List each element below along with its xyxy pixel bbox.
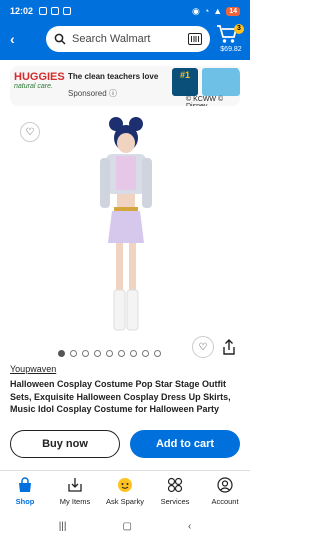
carousel-dot[interactable]	[82, 349, 89, 357]
ad-sponsored-label: Sponsored ⓘ	[68, 89, 117, 98]
product-title: Halloween Cosplay Costume Pop Star Stage…	[10, 379, 231, 414]
cart-count-badge: 3	[234, 24, 244, 34]
tab-services[interactable]: Services	[150, 471, 200, 508]
system-tray: ◉ ◔ ▲ 14	[192, 6, 240, 17]
carousel-dot[interactable]	[106, 349, 113, 357]
product-image-carousel[interactable]: ♡	[0, 112, 250, 344]
ad-promo-badge: #1	[172, 68, 198, 96]
back-button[interactable]: ‹	[10, 31, 26, 47]
notification-icon	[63, 7, 72, 15]
top-header: 12:02 ◉ ◔ ▲ 14 ‹ Search Walmart 3 $69.82	[0, 0, 250, 60]
tab-shop[interactable]: Shop	[0, 471, 50, 508]
search-icon	[54, 33, 66, 45]
tab-ask-sparky[interactable]: Ask Sparky	[100, 471, 150, 508]
notification-icons	[39, 7, 72, 15]
bottom-tab-bar: Shop My Items Ask Sparky Services Accoun…	[0, 470, 250, 508]
wifi-icon: ◔	[203, 6, 210, 16]
carousel-dot[interactable]	[118, 349, 125, 357]
favorite-button-secondary[interactable]: ♡	[192, 336, 214, 358]
carousel-dot[interactable]	[154, 349, 161, 357]
cart-total: $69.82	[220, 46, 242, 53]
seller-link[interactable]: Youpwaven	[10, 364, 56, 374]
ad-brand-logo: HUGGIES natural care.	[14, 72, 65, 92]
favorite-button[interactable]: ♡	[20, 122, 40, 142]
account-icon	[217, 477, 233, 493]
carousel-dot[interactable]	[94, 349, 101, 357]
add-to-cart-button[interactable]: Add to cart	[130, 430, 240, 458]
search-placeholder: Search Walmart	[72, 33, 151, 45]
my-items-icon	[68, 478, 82, 492]
system-nav-bar: ||| ▢ ‹	[0, 516, 250, 536]
carousel-dot[interactable]	[58, 349, 65, 357]
tab-label: My Items	[59, 497, 91, 506]
barcode-scan-icon[interactable]	[188, 33, 202, 45]
ad-product-image	[202, 68, 240, 96]
notification-icon	[51, 7, 60, 15]
cart-button[interactable]: 3 $69.82	[216, 24, 246, 56]
tab-label: Shop	[15, 497, 35, 506]
product-image	[100, 117, 152, 331]
status-bar: 12:02 ◉ ◔ ▲ 14	[0, 0, 250, 22]
battery-indicator: 14	[226, 6, 240, 16]
heart-icon: ♡	[198, 341, 208, 353]
carousel-indicator[interactable]	[58, 348, 198, 358]
sponsored-ad-banner[interactable]: HUGGIES natural care. The clean teachers…	[10, 66, 240, 106]
home-icon[interactable]: ▢	[123, 521, 132, 532]
share-button[interactable]	[220, 338, 238, 356]
buy-now-button[interactable]: Buy now	[10, 430, 120, 458]
recents-icon[interactable]: |||	[59, 521, 67, 532]
sparky-icon	[118, 478, 132, 492]
shop-icon	[19, 477, 31, 492]
tab-my-items[interactable]: My Items	[50, 471, 100, 508]
notification-icon	[39, 7, 48, 15]
location-icon: ◉	[191, 5, 200, 16]
tab-account[interactable]: Account	[200, 471, 250, 508]
back-nav-icon[interactable]: ‹	[188, 521, 191, 532]
search-input[interactable]: Search Walmart	[46, 26, 210, 52]
ad-tagline: The clean teachers love	[68, 72, 159, 81]
carousel-dot[interactable]	[70, 349, 77, 357]
carousel-dot[interactable]	[130, 349, 137, 357]
heart-icon: ♡	[25, 126, 35, 138]
ad-brand-sub: natural care.	[14, 83, 53, 90]
tab-label: Services	[160, 497, 190, 506]
info-icon[interactable]: ⓘ	[109, 89, 117, 98]
clock: 12:02	[10, 6, 34, 16]
ad-credit: © KCWW © Disney	[186, 96, 224, 106]
carousel-dot[interactable]	[142, 349, 149, 357]
tab-label: Account	[211, 497, 239, 506]
share-icon	[223, 339, 235, 355]
signal-icon: ▲	[213, 6, 223, 16]
services-icon	[167, 477, 183, 493]
tab-label: Ask Sparky	[106, 497, 144, 506]
